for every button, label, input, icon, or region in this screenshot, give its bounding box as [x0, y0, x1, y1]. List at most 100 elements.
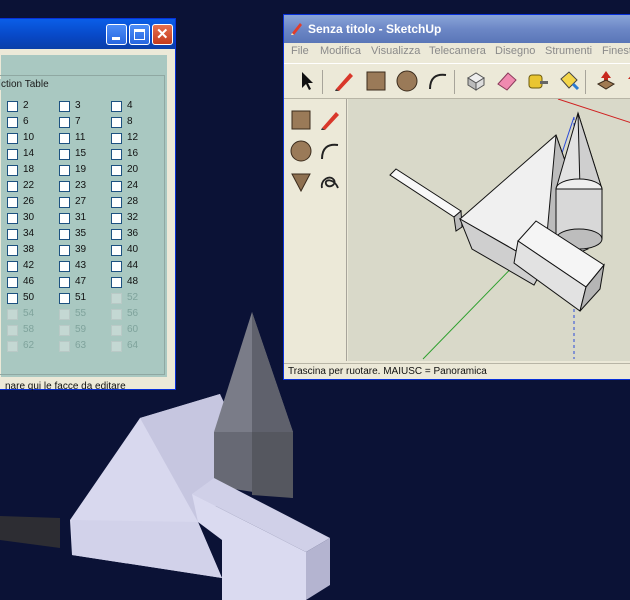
rectangle-icon[interactable]: [289, 108, 313, 132]
menu-bar: File Modifica Visualizza Telecamera Dise…: [284, 43, 630, 61]
face-checkbox[interactable]: [111, 165, 122, 176]
main-toolbar: [284, 63, 630, 99]
face-checkbox[interactable]: [59, 197, 70, 208]
freehand-icon[interactable]: [318, 170, 342, 194]
face-checkbox[interactable]: [7, 117, 18, 128]
face-checkbox: [7, 341, 18, 352]
circle-icon[interactable]: [395, 69, 419, 93]
face-checkbox[interactable]: [7, 149, 18, 160]
face-checkbox-label: 8: [127, 116, 133, 127]
sketchup-window: Senza titolo - SketchUp File Modifica Vi…: [283, 14, 630, 380]
face-checkbox: [59, 309, 70, 320]
face-checkbox[interactable]: [7, 293, 18, 304]
face-checkbox[interactable]: [7, 181, 18, 192]
push-pull-icon[interactable]: [289, 170, 313, 194]
face-checkbox: [111, 309, 122, 320]
face-checkbox[interactable]: [7, 101, 18, 112]
menu-finestra[interactable]: Finestra: [602, 45, 630, 57]
model-view: [389, 98, 630, 360]
rotate-icon[interactable]: [622, 69, 630, 93]
minimize-button[interactable]: [106, 24, 127, 45]
push-pull-icon[interactable]: [464, 69, 488, 93]
face-checkbox-label: 18: [23, 164, 35, 175]
face-checkbox[interactable]: [111, 101, 122, 112]
tape-measure-icon[interactable]: [526, 69, 550, 93]
face-checkbox-label: 22: [23, 180, 35, 191]
sketchup-title-bar[interactable]: Senza titolo - SketchUp: [284, 15, 630, 43]
face-checkbox[interactable]: [111, 133, 122, 144]
face-checkbox[interactable]: [111, 213, 122, 224]
menu-file[interactable]: File: [291, 45, 309, 57]
pencil-icon[interactable]: [318, 108, 342, 132]
face-checkbox[interactable]: [59, 101, 70, 112]
face-checkbox-label: 47: [75, 276, 87, 287]
paint-bucket-icon[interactable]: [557, 69, 581, 93]
face-checkbox[interactable]: [111, 149, 122, 160]
select-arrow-icon[interactable]: [294, 69, 318, 93]
face-checkbox[interactable]: [7, 229, 18, 240]
face-checkbox[interactable]: [7, 133, 18, 144]
menu-disegno[interactable]: Disegno: [495, 45, 535, 57]
face-checkbox[interactable]: [59, 165, 70, 176]
arc-icon[interactable]: [318, 139, 342, 163]
face-checkbox-label: 23: [75, 180, 87, 191]
face-checkbox[interactable]: [7, 245, 18, 256]
close-button[interactable]: ✕: [152, 24, 173, 45]
face-checkbox[interactable]: [111, 229, 122, 240]
face-checkbox[interactable]: [111, 117, 122, 128]
face-checkbox[interactable]: [59, 277, 70, 288]
face-checkbox[interactable]: [59, 245, 70, 256]
menu-visualizza[interactable]: Visualizza: [371, 45, 420, 57]
eraser-icon[interactable]: [495, 69, 519, 93]
menu-telecamera[interactable]: Telecamera: [429, 45, 486, 57]
face-checkbox[interactable]: [111, 197, 122, 208]
face-checkbox[interactable]: [59, 181, 70, 192]
maximize-button[interactable]: [129, 24, 150, 45]
face-checkbox-label: 16: [127, 148, 139, 159]
face-checkbox[interactable]: [59, 117, 70, 128]
circle-icon[interactable]: [289, 139, 313, 163]
face-checkbox[interactable]: [111, 277, 122, 288]
face-checkbox[interactable]: [7, 213, 18, 224]
face-checkbox-label: 19: [75, 164, 87, 175]
face-checkbox-label: 63: [75, 340, 87, 351]
face-checkbox-label: 28: [127, 196, 139, 207]
face-checkbox-label: 50: [23, 292, 35, 303]
face-checkbox-label: 43: [75, 260, 87, 271]
face-checkbox[interactable]: [59, 293, 70, 304]
window-title: Senza titolo - SketchUp: [308, 22, 442, 36]
face-checkbox-label: 26: [23, 196, 35, 207]
face-checkbox-label: 3: [75, 100, 81, 111]
face-checkbox[interactable]: [7, 277, 18, 288]
face-checkbox: [111, 341, 122, 352]
face-checkbox: [59, 341, 70, 352]
face-checkbox[interactable]: [7, 165, 18, 176]
face-checkbox-label: 36: [127, 228, 139, 239]
face-checkbox-label: 58: [23, 324, 35, 335]
face-checkbox[interactable]: [59, 133, 70, 144]
face-checkbox-label: 52: [127, 292, 139, 303]
status-text: Trascina per ruotare. MAIUSC = Panoramic…: [288, 366, 487, 377]
face-checkbox-label: 42: [23, 260, 35, 271]
face-checkbox[interactable]: [111, 245, 122, 256]
face-checkbox[interactable]: [7, 197, 18, 208]
face-checkbox[interactable]: [59, 213, 70, 224]
face-checkbox[interactable]: [59, 149, 70, 160]
face-checkbox[interactable]: [111, 261, 122, 272]
arc-icon[interactable]: [426, 69, 450, 93]
menu-strumenti[interactable]: Strumenti: [545, 45, 592, 57]
3d-viewport[interactable]: [348, 98, 630, 361]
pencil-icon[interactable]: [332, 69, 356, 93]
menu-modifica[interactable]: Modifica: [320, 45, 361, 57]
face-checkbox-label: 44: [127, 260, 139, 271]
rectangle-icon[interactable]: [364, 69, 388, 93]
face-checkbox-label: 11: [75, 132, 86, 143]
face-checkbox[interactable]: [111, 181, 122, 192]
face-checkbox[interactable]: [59, 261, 70, 272]
face-checkbox-label: 55: [75, 308, 87, 319]
face-checkbox-label: 20: [127, 164, 139, 175]
face-checkbox[interactable]: [59, 229, 70, 240]
face-checkbox[interactable]: [7, 261, 18, 272]
move-icon[interactable]: [594, 69, 618, 93]
close-icon: ✕: [156, 26, 169, 43]
